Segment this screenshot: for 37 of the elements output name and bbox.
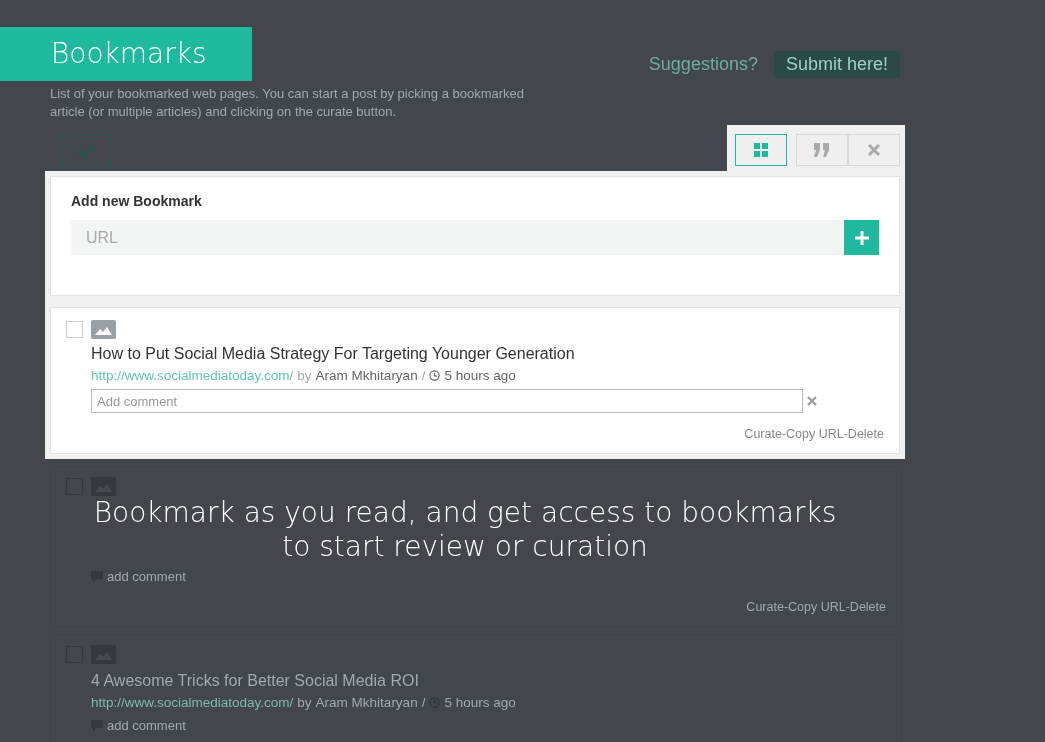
add-bookmark-heading: Add new Bookmark — [71, 193, 203, 209]
author-name: Aram Mkhitaryan — [315, 368, 418, 383]
source-link[interactable]: http://www.socialmediatoday.com/ — [91, 368, 294, 383]
bookmark-title[interactable]: How to Put Social Media Strategy For Targeting Younger Generation — [91, 345, 884, 363]
add-button[interactable] — [844, 220, 879, 255]
quote-icon — [814, 143, 830, 157]
suggestions-label: Suggestions? — [648, 54, 758, 75]
bookmark-actions[interactable]: Curate-Copy URL-Delete — [66, 600, 886, 614]
submit-button[interactable]: Submit here! — [773, 51, 900, 78]
close-icon[interactable] — [807, 396, 817, 406]
bookmark-title[interactable]: 4 Awesome Tricks for Better Social Media ROI — [91, 672, 886, 690]
clock-icon — [429, 370, 441, 381]
separator-text: / — [421, 368, 426, 383]
close-icon — [867, 143, 881, 157]
select-all-button[interactable] — [60, 135, 112, 167]
image-icon — [91, 320, 116, 339]
time-ago: 5 hours ago — [444, 368, 516, 383]
bookmark-actions[interactable]: Curate-Copy URL-Delete — [66, 427, 884, 441]
close-view-button[interactable] — [848, 134, 900, 166]
grid-icon — [754, 143, 768, 157]
quote-view-button[interactable] — [796, 134, 848, 166]
add-comment-link[interactable]: add comment — [107, 718, 186, 733]
plus-icon — [854, 230, 869, 245]
grid-view-button[interactable] — [735, 134, 787, 166]
url-input-field[interactable]: URL — [71, 220, 844, 255]
check-icon — [78, 144, 94, 158]
add-comment-link[interactable]: add comment — [107, 569, 186, 584]
source-link[interactable]: http://www.socialmediatoday.com/ — [91, 695, 294, 710]
by-label: by — [297, 695, 312, 710]
author-name: Aram Mkhitaryan — [315, 695, 418, 710]
time-ago: 5 hours ago — [444, 695, 516, 710]
description-text: List of your bookmarked web pages. You can start a post by picking a bookmarked article (or multiple articles) and clicking on the curate button. — [50, 85, 526, 121]
by-label: by — [297, 368, 312, 383]
separator-text: / — [421, 695, 426, 710]
comment-input-field[interactable]: Add comment — [91, 389, 803, 413]
tour-caption: Bookmark as you read, and get access to bookmarks to start review or curation — [92, 496, 838, 564]
page-title-banner: Bookmarks — [0, 27, 252, 81]
